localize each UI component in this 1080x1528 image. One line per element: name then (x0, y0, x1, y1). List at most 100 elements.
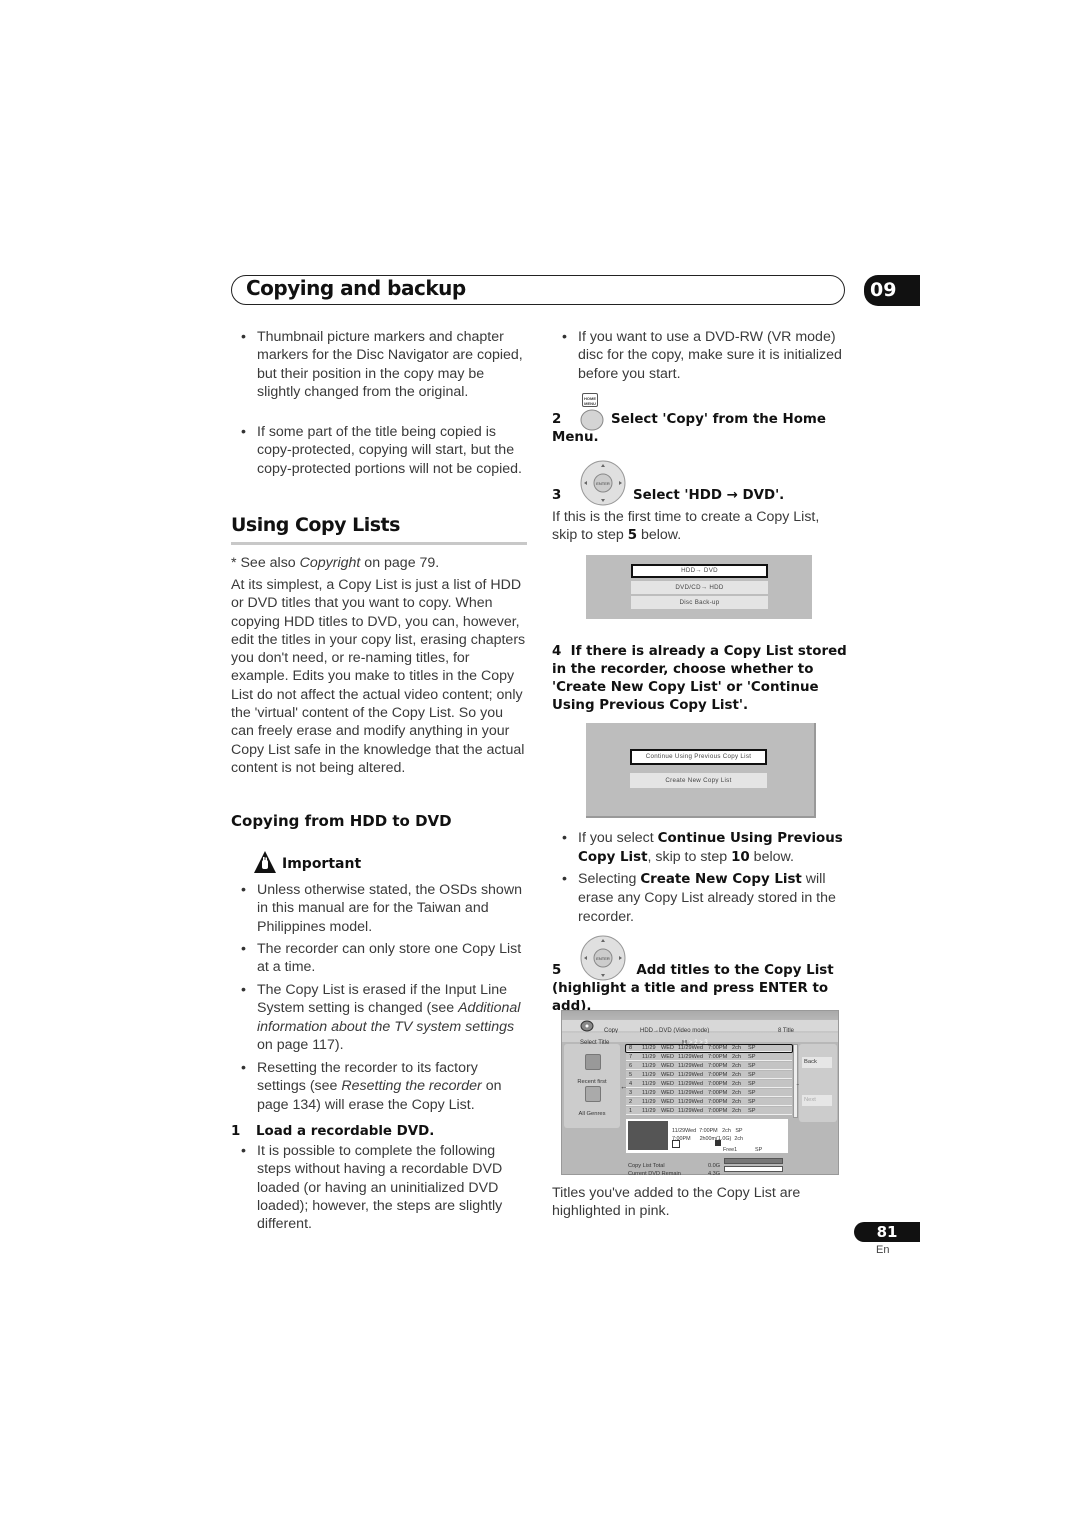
important-bullet: The Copy List is erased if the Input Lin… (231, 981, 527, 1054)
genre-icon[interactable] (585, 1086, 601, 1102)
title-row[interactable]: 4 11/29 WED 11/29Wed 7:00PM 2ch SP (626, 1080, 792, 1088)
dvd-remain-bar (724, 1166, 783, 1172)
title-row[interactable]: 6 11/29 WED 11/29Wed 7:00PM 2ch SP (626, 1062, 792, 1070)
copy-list-choice-osd: Continue Using Previous Copy List Create… (586, 723, 816, 818)
title-row-date: 11/29 (642, 1081, 656, 1087)
title-row-rec: 11/29Wed (678, 1054, 703, 1060)
title-row-day: WED (661, 1090, 675, 1096)
svg-text:ENTER: ENTER (596, 481, 610, 486)
section-heading: Using Copy Lists (231, 514, 400, 536)
dpad-enter-icon: ENTER (580, 460, 626, 506)
title-row-ch: 2ch (732, 1090, 742, 1096)
title-row-rec: 11/29Wed (678, 1081, 703, 1087)
osd-caption: Titles you've added to the Copy List are… (552, 1185, 801, 1220)
title-row-time: 7:00PM (708, 1081, 728, 1087)
intro-paragraph: At its simplest, a Copy List is just a l… (231, 577, 526, 776)
nav-panel: Back Next (799, 1044, 837, 1122)
title-row[interactable]: 1 11/29 WED 11/29Wed 7:00PM 2ch SP (626, 1107, 792, 1115)
title-row[interactable]: 3 11/29 WED 11/29Wed 7:00PM 2ch SP (626, 1089, 792, 1097)
title-row[interactable]: 7 11/29 WED 11/29Wed 7:00PM 2ch SP (626, 1053, 792, 1061)
important-warning-icon (253, 850, 277, 874)
title-row-mode: SP (748, 1081, 756, 1087)
step-5-title: 5 Add titles to the Copy List (highlight … (552, 963, 834, 1014)
title-row-time: 7:00PM (708, 1063, 728, 1069)
continue-bullet: If you select Continue Using Previous Co… (552, 829, 848, 868)
reset-recorder-ref: Resetting the recorder (341, 1078, 482, 1095)
title-row-rec: 11/29Wed (678, 1063, 703, 1069)
osd-option-continue-previous[interactable]: Continue Using Previous Copy List (630, 749, 767, 765)
title-row-mode: SP (748, 1063, 756, 1069)
title-row-day: WED (661, 1081, 675, 1087)
title-row-ch: 2ch (732, 1054, 742, 1060)
osd-option-dvd-to-hdd[interactable]: DVD/CD→ HDD (631, 581, 768, 594)
step-2-title: Select 'Copy' from the Home Menu. (552, 412, 826, 445)
osd-option-hdd-to-dvd[interactable]: HDD→ DVD (631, 564, 768, 578)
osd-option-create-new[interactable]: Create New Copy List (630, 773, 767, 788)
title-row-mode: SP (748, 1090, 756, 1096)
title-row[interactable]: 2 11/29 WED 11/29Wed 7:00PM 2ch SP (626, 1098, 792, 1106)
genre-filter[interactable]: All Genres (564, 1105, 620, 1123)
step-1-bullet: It is possible to complete the following… (231, 1142, 527, 1233)
title-row-time: 7:00PM (708, 1108, 728, 1114)
back-button[interactable]: Back (802, 1057, 832, 1068)
create-new-bullet: Selecting Create New Copy List will eras… (552, 870, 848, 926)
title-row-mode: SP (748, 1054, 756, 1060)
intro-bullet: Thumbnail picture markers and chapter ma… (231, 328, 527, 401)
heading-rule (231, 542, 527, 545)
title-row-ch: 2ch (732, 1099, 742, 1105)
title-row-rec: 11/29Wed (678, 1099, 703, 1105)
title-row-date: 11/29 (642, 1063, 656, 1069)
title-row[interactable]: 5 11/29 WED 11/29Wed 7:00PM 2ch SP (626, 1071, 792, 1079)
title-row-no: 7 (629, 1054, 633, 1060)
page-number: 81 (854, 1222, 920, 1242)
title-row-date: 11/29 (642, 1090, 656, 1096)
important-bullet: The recorder can only store one Copy Lis… (231, 940, 527, 977)
step-3-title: Select 'HDD → DVD'. (633, 488, 785, 503)
title-row-mode: SP (748, 1099, 756, 1105)
edit-icon (672, 1140, 680, 1148)
step-3-number: 3 (552, 488, 562, 503)
recent-first-icon[interactable] (585, 1054, 601, 1070)
dvd-remain-label: Current DVD Remain (628, 1171, 681, 1177)
title-row-day: WED (661, 1072, 675, 1078)
dvd-remain-value: 4.3G (708, 1171, 721, 1177)
title-thumbnail (628, 1121, 668, 1150)
important-label: Important (282, 856, 362, 872)
title-row-ch: 2ch (732, 1063, 742, 1069)
copy-list-total-bar (724, 1158, 783, 1164)
dvd-rw-bullet: If you want to use a DVD-RW (VR mode) di… (552, 328, 848, 383)
osd-option-disc-backup[interactable]: Disc Back-up (631, 596, 768, 609)
language-code: En (876, 1244, 890, 1256)
title-detail: 11/29Wed 7:00PM 2ch SP 7:00PM 2h00m(1.0G… (626, 1119, 788, 1153)
section-title: Copying and backup (246, 276, 466, 300)
step-1-number: 1 (231, 1124, 241, 1139)
sort-panel: Recent first All Genres (564, 1044, 620, 1128)
step-1-title: Load a recordable DVD. (256, 1124, 435, 1139)
title-row-ch: 2ch (732, 1108, 742, 1114)
title-row-ch: 2ch (732, 1081, 742, 1087)
title-list: 8 11/29 WED 11/29Wed 7:00PM 2ch SP 7 11/29 WED 11/… (626, 1044, 792, 1116)
copy-menu-osd: HDD→ DVD DVD/CD→ HDD Disc Back-up (586, 555, 812, 619)
home-menu-button-label: HOME MENU (582, 393, 598, 407)
title-row-mode: SP (748, 1072, 756, 1078)
important-bullet: Unless otherwise stated, the OSDs shown … (231, 881, 527, 936)
title-row-no: 4 (629, 1081, 633, 1087)
title-row-rec: 11/29Wed (678, 1072, 703, 1078)
title-row-day: WED (661, 1063, 675, 1069)
chapter-number-tab: 09 (864, 275, 920, 306)
title-row-date: 11/29 (642, 1099, 656, 1105)
title-row-day: WED (661, 1099, 675, 1105)
title-row-rec: 11/29Wed (678, 1090, 703, 1096)
title-row-ch: 2ch (732, 1072, 742, 1078)
see-also-note: * See also Copyright on page 79. (231, 555, 440, 571)
step-3-note: If this is the first time to create a Co… (552, 509, 820, 544)
svg-text:ENTER: ENTER (596, 956, 610, 961)
next-button[interactable]: Next (802, 1095, 832, 1106)
intro-bullet: If some part of the title being copied i… (231, 423, 527, 478)
title-row-date: 11/29 (642, 1108, 656, 1114)
title-row-no: 2 (629, 1099, 633, 1105)
title-row-no: 5 (629, 1072, 633, 1078)
title-row-date: 11/29 (642, 1072, 656, 1078)
title-row-no: 1 (629, 1108, 633, 1114)
title-row-time: 7:00PM (708, 1072, 728, 1078)
